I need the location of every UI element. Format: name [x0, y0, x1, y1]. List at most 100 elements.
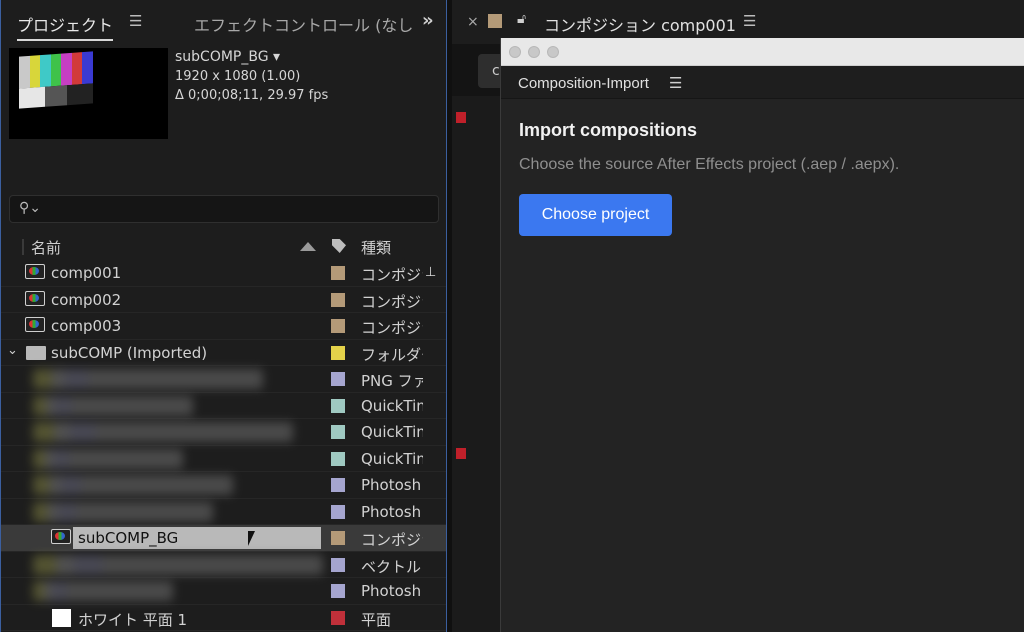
blurred-item [33, 554, 323, 575]
label-swatch[interactable] [331, 504, 345, 519]
item-type: フォルダー [361, 345, 423, 364]
table-row[interactable]: ホワイト 平面 1 平面 [1, 605, 446, 631]
search-icon: ⚲⌄ [19, 200, 41, 216]
preview-thumbnail [9, 48, 168, 139]
label-swatch [488, 14, 502, 28]
viewer-toolbar-label: c [492, 63, 500, 79]
window-minimize-button[interactable] [528, 46, 540, 58]
label-swatch[interactable] [331, 398, 345, 413]
column-name[interactable]: 名前 [31, 237, 61, 258]
composition-icon [25, 264, 45, 279]
item-type: QuickTim [361, 423, 423, 441]
tab-effect-controls[interactable]: エフェクトコントロール (なし [194, 12, 413, 36]
item-type: コンポジシ [361, 319, 423, 337]
table-row[interactable]: QuickTim [1, 393, 446, 419]
window-zoom-button[interactable] [547, 46, 559, 58]
label-swatch[interactable] [331, 557, 345, 572]
panel-tab-bar: プロジェクト ☰ エフェクトコントロール (なし » [1, 0, 446, 44]
timeline-ruler [452, 96, 500, 632]
project-item-list: comp001 コンポジシ ⊥ comp002 コンポジシ comp003 コン… [1, 260, 446, 631]
close-icon[interactable]: × [467, 14, 479, 30]
mouse-cursor-icon [247, 530, 256, 547]
item-name[interactable]: subCOMP_BG [78, 529, 178, 547]
sort-arrow-icon[interactable] [300, 242, 316, 251]
hamburger-icon[interactable]: ☰ [743, 12, 756, 30]
label-swatch[interactable] [331, 292, 345, 307]
table-row[interactable]: ベクトルフ [1, 552, 446, 578]
blurred-item [33, 475, 233, 495]
window-titlebar[interactable] [501, 38, 1024, 66]
label-swatch[interactable] [331, 266, 345, 280]
flowchart-icon[interactable]: ⊥ [425, 265, 436, 280]
item-type: 平面 [361, 610, 392, 629]
item-type: ベクトルフ [361, 557, 423, 576]
label-swatch[interactable] [331, 451, 345, 466]
label-swatch[interactable] [331, 372, 345, 386]
label-swatch[interactable] [331, 610, 345, 625]
tab-project[interactable]: プロジェクト [17, 12, 114, 41]
column-divider[interactable] [22, 239, 24, 255]
item-type: Photosh [361, 476, 422, 494]
composition-tab[interactable]: コンポジション comp001 [544, 12, 736, 36]
item-type: コンポジシ [361, 292, 423, 311]
item-name: ホワイト 平面 1 [78, 610, 188, 629]
marker-icon [456, 112, 466, 123]
description-text: Choose the source After Effects project … [519, 156, 900, 173]
preview-resolution: 1920 x 1080 (1.00) [175, 69, 301, 84]
table-row[interactable]: comp002 コンポジシ [1, 287, 446, 313]
blurred-item [33, 581, 173, 601]
folder-icon [26, 345, 46, 360]
composition-icon [25, 290, 45, 306]
table-row[interactable]: QuickTim [1, 419, 446, 446]
table-row[interactable]: Photosh [1, 499, 446, 525]
label-swatch[interactable] [331, 425, 345, 439]
hamburger-icon[interactable]: ☰ [129, 12, 142, 30]
table-row[interactable]: ⌄ subCOMP (Imported) フォルダー [1, 340, 446, 366]
label-tag-icon[interactable] [332, 239, 346, 253]
window-close-button[interactable] [509, 46, 521, 58]
preview-duration: Δ 0;00;08;11, 29.97 fps [175, 88, 329, 103]
extension-header: Composition-Import ☰ [501, 66, 1024, 99]
composition-icon [51, 529, 71, 544]
label-swatch[interactable] [331, 531, 345, 545]
label-swatch[interactable] [331, 584, 345, 598]
extension-content: Import compositions Choose the source Af… [501, 100, 1024, 632]
table-row[interactable]: QuickTim [1, 446, 446, 472]
item-name: comp003 [51, 317, 122, 335]
item-type: Photosh [361, 582, 422, 600]
search-input[interactable]: ⚲⌄ [9, 195, 439, 223]
table-row-selected[interactable]: subCOMP_BG コンポジシ [1, 525, 446, 552]
solid-icon [52, 608, 71, 627]
table-row[interactable]: Photosh [1, 578, 446, 605]
item-type: QuickTim [361, 449, 423, 468]
blurred-item [33, 395, 193, 416]
double-chevron-right-icon[interactable]: » [422, 10, 434, 31]
item-type: コンポジシ [361, 266, 423, 284]
hamburger-icon[interactable]: ☰ [669, 74, 682, 92]
choose-project-button[interactable]: Choose project [519, 194, 672, 236]
lock-icon[interactable]: 🔓︎ [517, 11, 526, 27]
item-type: QuickTim [361, 396, 423, 415]
preview-name[interactable]: subCOMP_BG ▾ [175, 48, 328, 67]
chevron-down-icon[interactable]: ⌄ [7, 343, 18, 358]
item-name: comp002 [51, 290, 122, 309]
item-name: subCOMP (Imported) [51, 343, 208, 362]
extension-title[interactable]: Composition-Import [518, 75, 649, 92]
label-swatch[interactable] [331, 478, 345, 492]
composition-icon [25, 317, 45, 332]
item-type: PNG ファ [361, 372, 423, 390]
label-swatch[interactable] [331, 319, 345, 333]
blurred-item [33, 369, 263, 389]
project-panel: プロジェクト ☰ エフェクトコントロール (なし » subCOMP_BG ▾ … [0, 0, 447, 632]
blurred-item [33, 448, 183, 469]
table-row[interactable]: PNG ファ [1, 366, 446, 393]
item-type: Photosh [361, 502, 422, 521]
item-type: コンポジシ [361, 531, 423, 549]
column-type[interactable]: 種類 [361, 237, 391, 258]
table-row[interactable]: comp001 コンポジシ ⊥ [1, 260, 446, 287]
preview-info: subCOMP_BG ▾ 1920 x 1080 (1.00) Δ 0;00;0… [175, 48, 328, 105]
table-row[interactable]: comp003 コンポジシ [1, 313, 446, 340]
label-swatch[interactable] [331, 345, 345, 360]
table-row[interactable]: Photosh [1, 472, 446, 499]
page-title: Import compositions [519, 120, 698, 140]
